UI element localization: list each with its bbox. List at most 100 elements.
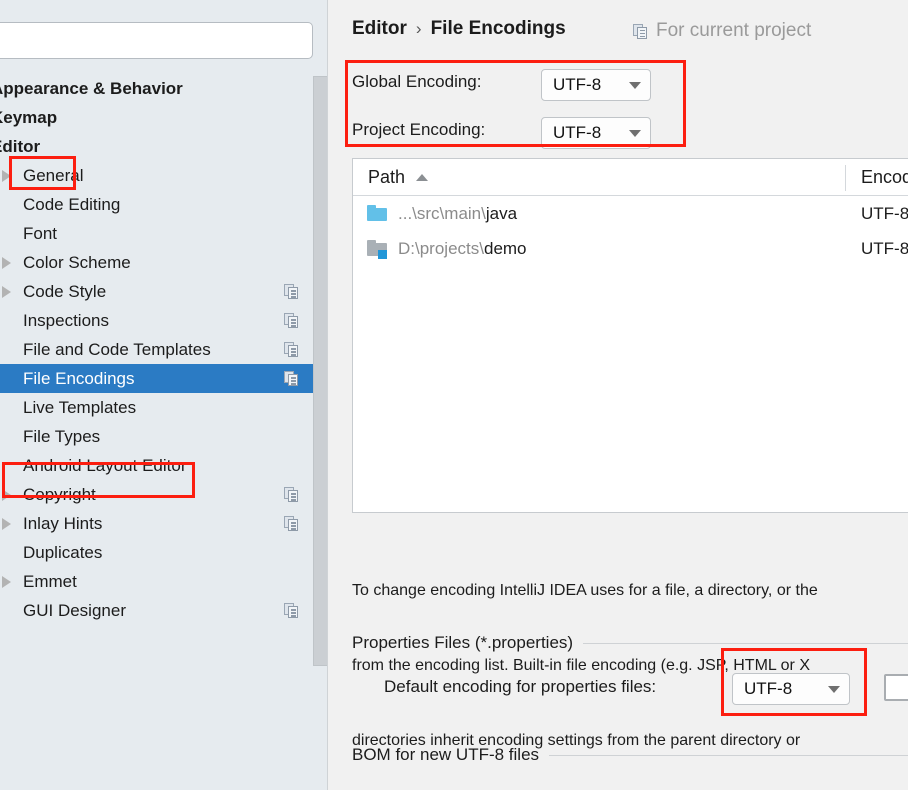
project-encoding-label: Project Encoding: [352, 120, 486, 139]
project-settings-icon [284, 516, 299, 531]
project-encoding-row: Project Encoding: [352, 120, 485, 140]
sidebar-item-label: GUI Designer [23, 601, 126, 620]
settings-window: Appearance & Behavior Keymap Editor General… [0, 0, 908, 790]
sidebar-item-file-types[interactable]: File Types [0, 422, 328, 451]
chevron-down-icon [629, 129, 641, 137]
settings-tree: Appearance & Behavior Keymap Editor General… [0, 74, 328, 625]
sidebar-item-label: Android Layout Editor [23, 456, 187, 475]
sidebar-item-code-editing[interactable]: Code Editing [0, 190, 328, 219]
sidebar-item-editor[interactable]: Editor [0, 132, 328, 161]
sidebar-item-label: Keymap [0, 108, 58, 127]
expand-arrow-icon[interactable] [2, 518, 11, 530]
project-settings-icon [284, 487, 299, 502]
sidebar-scrollbar-thumb[interactable] [313, 76, 328, 666]
path-prefix: D:\projects\ [398, 239, 484, 258]
sidebar-item-live-templates[interactable]: Live Templates [0, 393, 328, 422]
expand-arrow-icon[interactable] [2, 257, 11, 269]
sidebar-item-label: Inlay Hints [23, 514, 103, 533]
group-separator-line [583, 642, 908, 644]
search-field-wrapper [0, 22, 313, 59]
chevron-down-icon [828, 685, 840, 693]
expand-arrow-icon[interactable] [2, 489, 11, 501]
table-cell-encoding[interactable]: UTF-8 [861, 231, 908, 266]
sidebar-item-label: Copyright [23, 485, 96, 504]
properties-files-group-title: Properties Files (*.properties) [352, 633, 574, 652]
sidebar-item-label: Editor [0, 137, 41, 156]
breadcrumb: Editor › File Encodings [352, 18, 566, 40]
sidebar-item-label: Font [23, 224, 58, 243]
sidebar-item-file-and-code-templates[interactable]: File and Code Templates [0, 335, 328, 364]
project-settings-icon [284, 313, 299, 328]
sidebar-item-label: Live Templates [23, 398, 137, 417]
sidebar-item-code-style[interactable]: Code Style [0, 277, 328, 306]
default-properties-encoding-value: UTF-8 [744, 679, 793, 698]
sidebar-item-label: Emmet [23, 572, 77, 591]
breadcrumb-parent[interactable]: Editor [352, 18, 407, 40]
expand-arrow-icon[interactable] [2, 576, 11, 588]
table-body: ...\src\main\java UTF-8 D:\projects\demo UT… [353, 196, 908, 266]
chevron-down-icon [629, 81, 641, 89]
sidebar-item-emmet[interactable]: Emmet [0, 567, 328, 596]
expand-arrow-icon[interactable] [2, 170, 11, 182]
breadcrumb-separator: › [415, 19, 422, 38]
project-settings-icon [284, 342, 299, 357]
sidebar-item-inlay-hints[interactable]: Inlay Hints [0, 509, 328, 538]
sidebar-item-label: File Types [23, 427, 101, 446]
sidebar-item-label: Inspections [23, 311, 109, 330]
settings-main-panel: Editor › File Encodings For current proj… [328, 0, 908, 790]
bom-group-title: BOM for new UTF-8 files [352, 745, 540, 764]
project-encoding-dropdown[interactable]: UTF-8 [541, 117, 651, 149]
column-divider[interactable] [845, 165, 846, 191]
global-encoding-label: Global Encoding: [352, 72, 482, 91]
sidebar-item-duplicates[interactable]: Duplicates [0, 538, 328, 567]
sidebar-item-file-encodings[interactable]: File Encodings [0, 364, 328, 393]
for-current-project-indicator: For current project [633, 20, 811, 42]
table-row[interactable]: D:\projects\demo UTF-8 [353, 231, 908, 266]
table-row[interactable]: ...\src\main\java UTF-8 [353, 196, 908, 231]
sidebar-item-copyright[interactable]: Copyright [0, 480, 328, 509]
sidebar-item-font[interactable]: Font [0, 219, 328, 248]
properties-files-group-header: Properties Files (*.properties) [352, 633, 908, 653]
sidebar-item-label: File and Code Templates [23, 340, 211, 359]
for-current-project-label: For current project [656, 20, 812, 41]
sidebar-item-label: Code Style [23, 282, 107, 301]
project-settings-icon [284, 284, 299, 299]
column-header-encoding[interactable]: Encoding [861, 167, 908, 188]
transparent-native-to-ascii-checkbox[interactable] [884, 674, 908, 701]
sort-ascending-icon [416, 173, 429, 181]
global-encoding-dropdown[interactable]: UTF-8 [541, 69, 651, 101]
path-name: demo [483, 239, 527, 258]
default-properties-encoding-dropdown[interactable]: UTF-8 [732, 673, 850, 705]
table-cell-encoding[interactable]: UTF-8 [861, 196, 908, 231]
copy-pages-icon [633, 23, 648, 39]
encodings-table: Path Encoding ...\src\main\javaUTF-8D:\p… [352, 158, 908, 513]
sidebar-item-label: Appearance & Behavior [0, 79, 183, 98]
settings-sidebar: Appearance & Behavior Keymap Editor General… [0, 0, 328, 790]
sidebar-item-appearance-behavior[interactable]: Appearance & Behavior [0, 74, 328, 103]
sidebar-item-general[interactable]: General [0, 161, 328, 190]
global-encoding-row: Global Encoding: [352, 72, 481, 92]
column-header-path[interactable]: Path [368, 166, 429, 188]
table-header-row: Path Encoding [353, 159, 908, 196]
description-line-1: To change encoding IntelliJ IDEA uses fo… [352, 582, 818, 599]
path-prefix: ...\src\main\ [398, 204, 486, 223]
sidebar-item-label: Duplicates [23, 543, 103, 562]
table-cell-path: ...\src\main\java [398, 196, 517, 231]
global-encoding-value: UTF-8 [553, 75, 602, 94]
expand-arrow-icon[interactable] [2, 286, 11, 298]
sidebar-item-inspections[interactable]: Inspections [0, 306, 328, 335]
path-name: java [485, 204, 518, 223]
sidebar-item-keymap[interactable]: Keymap [0, 103, 328, 132]
sidebar-item-gui-designer[interactable]: GUI Designer [0, 596, 328, 625]
search-input[interactable] [0, 22, 313, 59]
group-separator-line [549, 754, 908, 756]
sidebar-item-android-layout-editor[interactable]: Android Layout Editor [0, 451, 328, 480]
sidebar-item-label: Color Scheme [23, 253, 131, 272]
column-header-path-label: Path [368, 166, 406, 187]
breadcrumb-current: File Encodings [430, 18, 566, 39]
folder-gray-module-icon [367, 240, 389, 259]
sidebar-item-label: File Encodings [23, 369, 135, 388]
sidebar-item-label: General [23, 166, 84, 185]
sidebar-item-color-scheme[interactable]: Color Scheme [0, 248, 328, 277]
project-settings-icon [284, 603, 299, 618]
